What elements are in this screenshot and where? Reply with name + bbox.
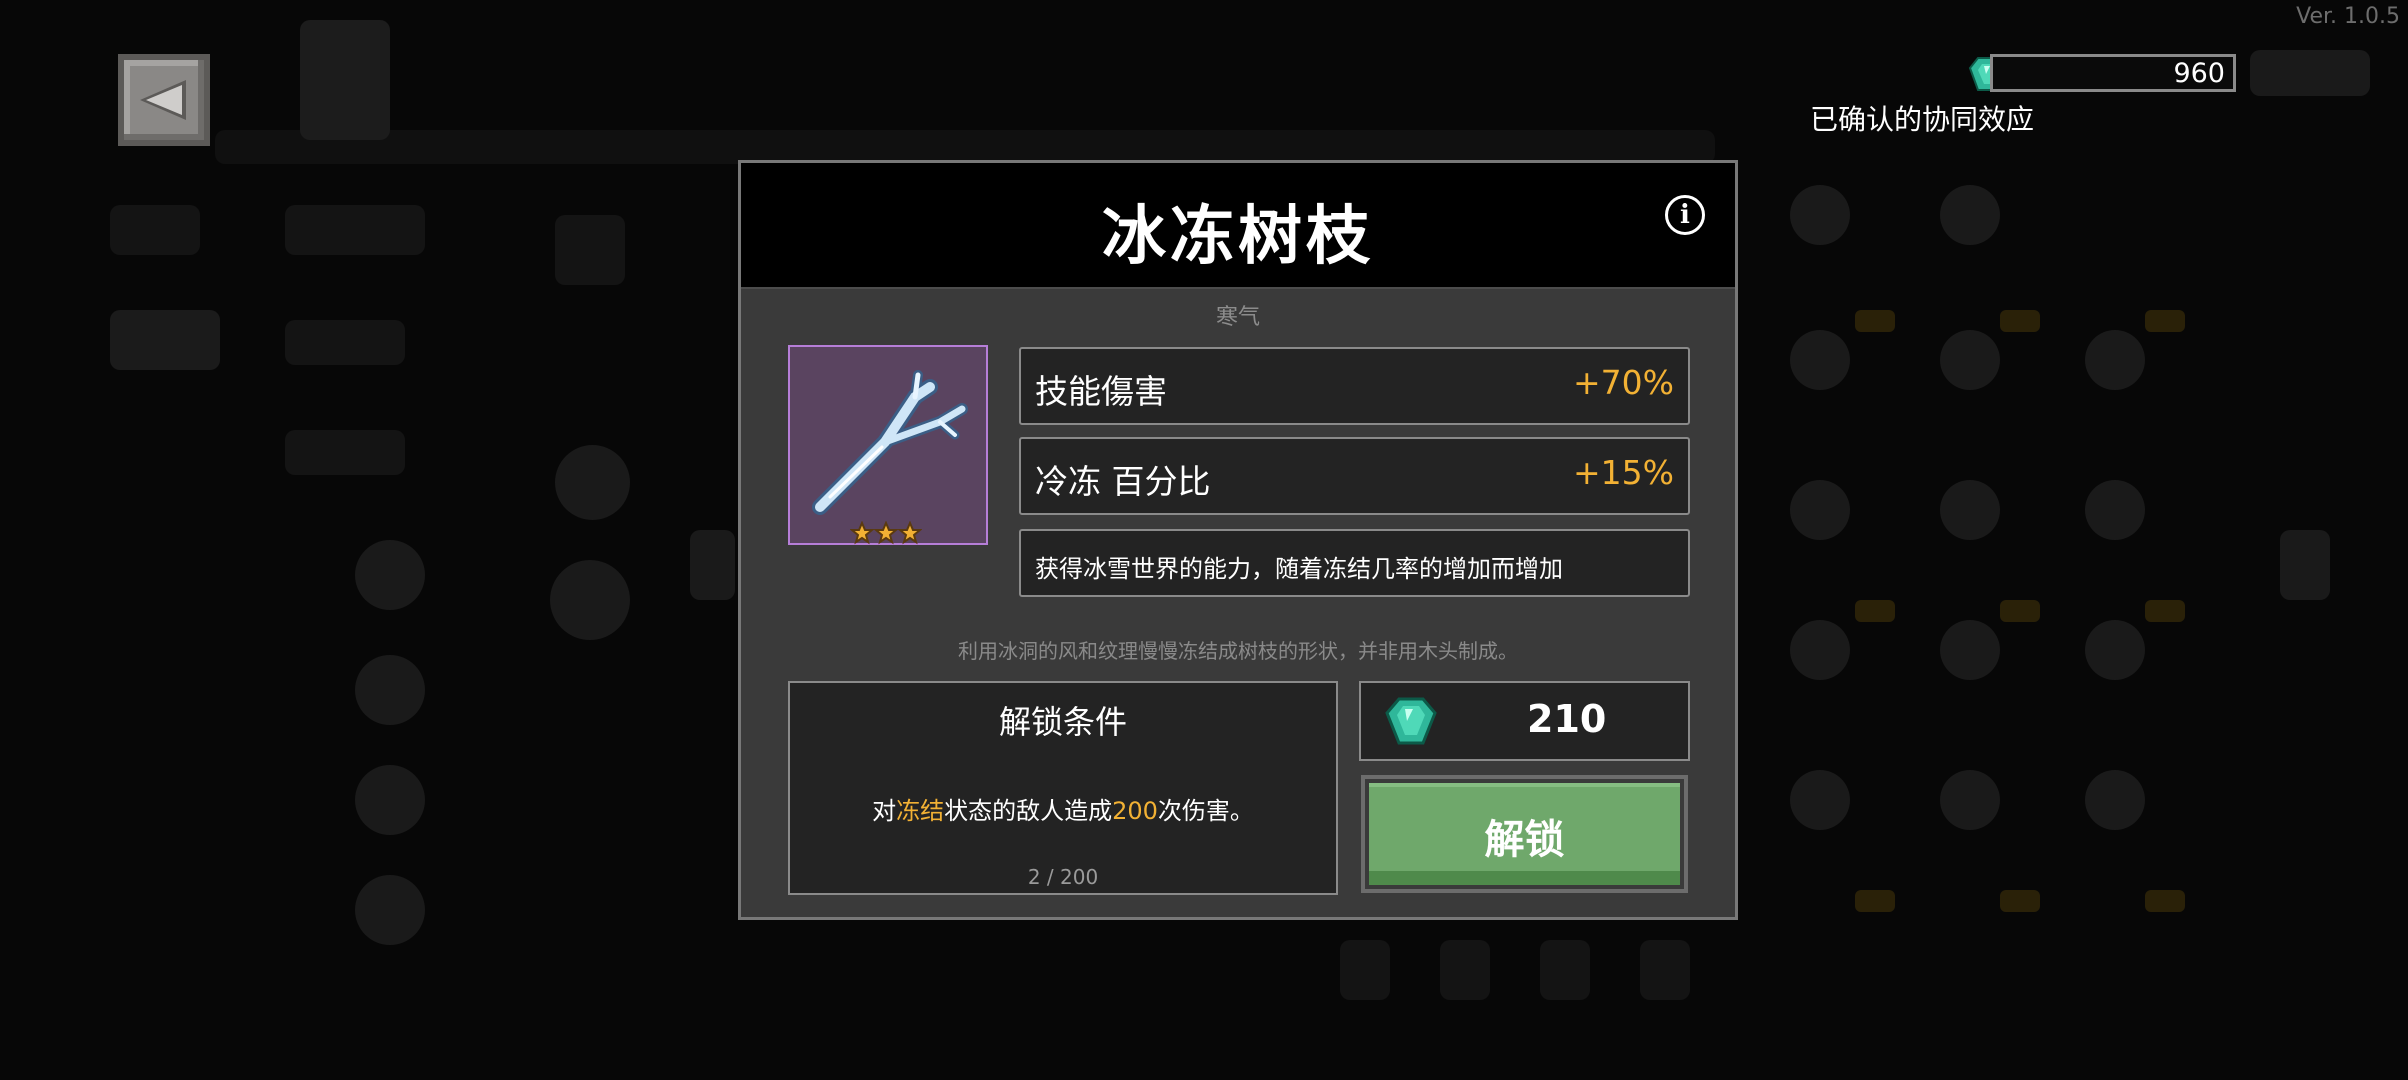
currency-bar: 960 (1990, 54, 2236, 92)
background-circle (550, 560, 630, 640)
star-icons (850, 521, 922, 545)
version-label: Ver. 1.0.5 (2296, 4, 2400, 29)
condition-highlight-count: 200 (1112, 797, 1158, 825)
background-badge (2145, 310, 2185, 332)
background-badge (2000, 600, 2040, 622)
background-badge (1855, 310, 1895, 332)
background-circle (1790, 330, 1850, 390)
background-row (285, 320, 405, 365)
stat-row: 技能傷害 +70% (1019, 347, 1690, 425)
gem-icon (1385, 697, 1437, 745)
background-slot (1640, 940, 1690, 1000)
unlock-condition-box: 解锁条件 对冻结状态的敌人造成200次伤害。 2 / 200 (788, 681, 1338, 895)
background-circle (1940, 185, 2000, 245)
background-icon (555, 215, 625, 285)
background-circle (2085, 330, 2145, 390)
condition-suffix: 次伤害。 (1157, 797, 1254, 825)
background-slot (1440, 940, 1490, 1000)
item-icon-frame (788, 345, 988, 545)
background-badge (1855, 890, 1895, 912)
item-description: 获得冰雪世界的能力，随着冻结几率的增加而增加 (1019, 529, 1690, 597)
stat-label: 冷冻 百分比 (1035, 462, 1211, 501)
price-amount: 210 (1527, 697, 1607, 741)
stat-row: 冷冻 百分比 +15% (1019, 437, 1690, 515)
background-arrow (2280, 530, 2330, 600)
background-circle (355, 765, 425, 835)
background-row (285, 205, 425, 255)
background-circle (355, 875, 425, 945)
item-title: 冰冻树枝 (1102, 200, 1374, 274)
stat-label: 技能傷害 (1035, 372, 1167, 411)
background-circle (1940, 480, 2000, 540)
unlock-button[interactable]: 解锁 (1361, 775, 1688, 893)
background-badge (2145, 890, 2185, 912)
background-circle (1790, 620, 1850, 680)
background-badge (2145, 600, 2185, 622)
background-tab (110, 310, 220, 370)
unlock-price: 210 (1359, 681, 1690, 761)
background-circle (555, 445, 630, 520)
item-detail-modal: 冰冻树枝 i 寒气 技能傷害 +70% 冷冻 百分比 +15% 获得冰雪世界的能… (738, 160, 1738, 920)
modal-header: 冰冻树枝 i (741, 163, 1735, 289)
stat-value: +70% (1573, 363, 1674, 402)
background-circle (1940, 770, 2000, 830)
flavor-text: 利用冰洞的风和纹理慢慢冻结成树枝的形状，并非用木头制成。 (958, 639, 1518, 663)
frozen-branch-icon (812, 370, 968, 515)
unlock-condition-text: 对冻结状态的敌人造成200次伤害。 (790, 791, 1336, 826)
background-row (285, 430, 405, 475)
background-tab (110, 205, 200, 255)
synergy-link[interactable]: 已确认的协同效应 (1810, 98, 2034, 138)
background-slot (1540, 940, 1590, 1000)
currency-amount: 960 (2173, 58, 2225, 89)
back-button[interactable] (118, 54, 210, 146)
unlock-progress: 2 / 200 (1027, 865, 1099, 889)
background-header-bar (215, 130, 1715, 164)
condition-prefix: 对 (872, 797, 897, 825)
condition-highlight-status: 冻结 (896, 797, 945, 825)
background-circle (1790, 185, 1850, 245)
background-circle (1790, 480, 1850, 540)
stat-value: +15% (1573, 453, 1674, 492)
background-avatar (300, 20, 390, 140)
info-icon[interactable]: i (1665, 195, 1705, 235)
background-circle (355, 540, 425, 610)
item-category: 寒气 (1215, 305, 1260, 330)
background-circle (1790, 770, 1850, 830)
background-pill (2250, 50, 2370, 96)
background-badge (2000, 310, 2040, 332)
background-circle (1940, 330, 2000, 390)
background-circle (355, 655, 425, 725)
background-badge (1855, 600, 1895, 622)
background-badge (2000, 890, 2040, 912)
star-rating (850, 521, 922, 545)
description-text: 获得冰雪世界的能力，随着冻结几率的增加而增加 (1035, 555, 1563, 583)
background-circle (2085, 480, 2145, 540)
unlock-condition-title: 解锁条件 (998, 703, 1127, 741)
condition-middle: 状态的敌人造成 (944, 797, 1113, 825)
background-circle (2085, 620, 2145, 680)
unlock-button-label: 解锁 (1484, 817, 1565, 863)
back-arrow-icon (140, 80, 186, 120)
unlock-button-face: 解锁 (1369, 783, 1680, 885)
background-slot (1340, 940, 1390, 1000)
background-circle (2085, 770, 2145, 830)
background-circle (1940, 620, 2000, 680)
background-arrow (690, 530, 735, 600)
